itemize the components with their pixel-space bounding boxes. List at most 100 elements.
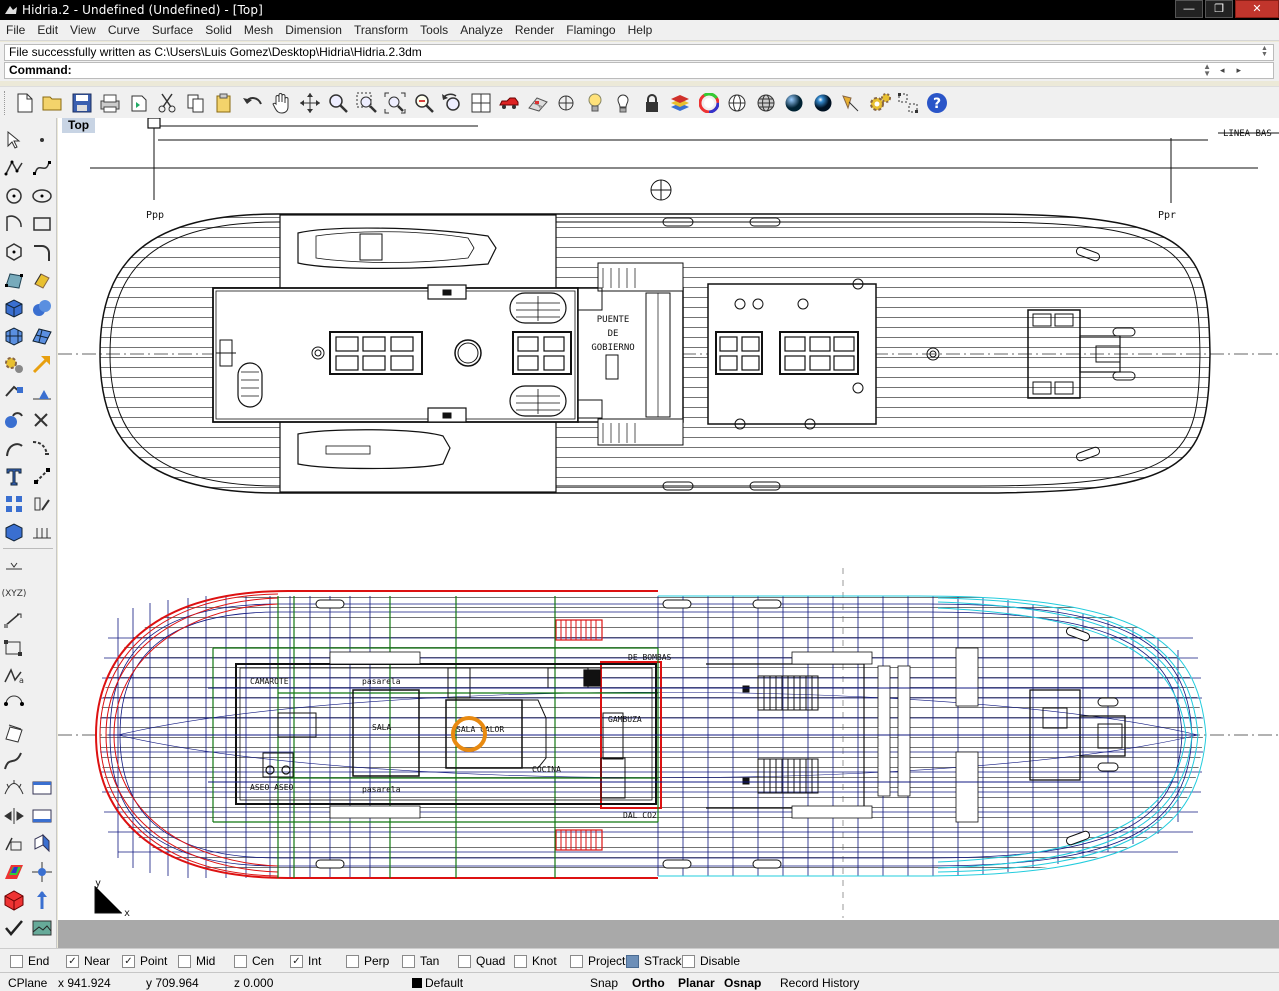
command-spin-icon[interactable]: ▲ ▼ xyxy=(1203,63,1211,78)
toolbar-grip[interactable] xyxy=(4,90,8,115)
checkbox-strack[interactable] xyxy=(626,954,639,968)
wireframe-sphere-icon[interactable] xyxy=(725,90,750,115)
osnap-cen[interactable]: Cen xyxy=(234,954,274,968)
analyze-curvature-icon[interactable] xyxy=(2,776,26,800)
menu-help[interactable]: Help xyxy=(622,23,659,37)
rectangle-icon[interactable] xyxy=(30,212,54,236)
osnap-mid[interactable]: Mid xyxy=(178,954,215,968)
menu-curve[interactable]: Curve xyxy=(102,23,146,37)
close-button[interactable]: ✕ xyxy=(1235,0,1279,18)
mirror-icon[interactable] xyxy=(2,804,26,828)
status-record-history[interactable]: Record History xyxy=(780,976,859,990)
transform-icon[interactable] xyxy=(2,352,26,376)
view-right-icon[interactable] xyxy=(30,832,54,856)
dimension-icon[interactable] xyxy=(2,380,26,404)
save-icon[interactable] xyxy=(69,90,94,115)
ghosted-sphere-icon[interactable] xyxy=(753,90,778,115)
zoom-icon[interactable] xyxy=(326,90,351,115)
viewport-title-tab[interactable]: Top xyxy=(62,118,96,133)
scale-icon[interactable] xyxy=(30,380,54,404)
lamp-icon[interactable] xyxy=(611,90,636,115)
command-line[interactable]: Command: ▲ ▼ ◂▸ xyxy=(4,62,1274,79)
checkbox-project[interactable] xyxy=(570,954,583,968)
checkbox-end[interactable] xyxy=(10,954,23,968)
checkbox-perp[interactable] xyxy=(346,954,359,968)
cplane-3point-icon[interactable] xyxy=(2,636,26,660)
rotate-view-icon[interactable] xyxy=(297,90,322,115)
osnap-knot[interactable]: Knot xyxy=(514,954,557,968)
menu-mesh[interactable]: Mesh xyxy=(238,23,279,37)
cplane-elevation-icon[interactable] xyxy=(2,608,26,632)
new-icon[interactable] xyxy=(12,90,37,115)
explode-icon[interactable] xyxy=(30,464,54,488)
command-history[interactable]: File successfully written as C:\Users\Lu… xyxy=(4,44,1274,61)
minimize-button[interactable]: — xyxy=(1175,0,1203,18)
history-scroll-arrows-icon[interactable]: ▲ ▼ xyxy=(1261,45,1271,58)
menu-render[interactable]: Render xyxy=(509,23,560,37)
status-osnap[interactable]: Osnap xyxy=(724,976,761,990)
analyze-direction-icon[interactable] xyxy=(30,888,54,912)
cut-icon[interactable] xyxy=(155,90,180,115)
point-grid-icon[interactable] xyxy=(896,90,921,115)
mesh-plane-icon[interactable] xyxy=(30,324,54,348)
rendered-sphere-icon[interactable] xyxy=(810,90,835,115)
checkbox-cen[interactable] xyxy=(234,954,247,968)
curve-points-icon[interactable] xyxy=(30,156,54,180)
undo-view-icon[interactable] xyxy=(440,90,465,115)
status-ortho[interactable]: Ortho xyxy=(632,976,665,990)
color-wheel-icon[interactable] xyxy=(696,90,721,115)
project-icon[interactable] xyxy=(2,832,26,856)
osnap-end[interactable]: End xyxy=(10,954,49,968)
menu-surface[interactable]: Surface xyxy=(146,23,199,37)
cplane-view-icon[interactable] xyxy=(2,720,26,744)
status-cplane[interactable]: CPlane xyxy=(8,976,47,990)
shaded-sphere-icon[interactable] xyxy=(782,90,807,115)
polygon-icon[interactable] xyxy=(2,240,26,264)
checkbox-int[interactable]: ✓ xyxy=(290,954,303,968)
color-gradient-icon[interactable] xyxy=(2,860,26,884)
grid-snap-icon[interactable] xyxy=(30,520,54,544)
menu-dimension[interactable]: Dimension xyxy=(279,23,348,37)
menu-transform[interactable]: Transform xyxy=(348,23,414,37)
osnap-point[interactable]: ✓ Point xyxy=(122,954,167,968)
top-viewport[interactable]: Top PUENTE DE GOBIERNO Ppp Ppr LINEA BAS… xyxy=(58,118,1279,920)
menu-flamingo[interactable]: Flamingo xyxy=(560,23,621,37)
select-point-icon[interactable] xyxy=(554,90,579,115)
cplane-object-icon[interactable]: a xyxy=(2,664,26,688)
osnap-tan[interactable]: Tan xyxy=(402,954,439,968)
osnap-near[interactable]: ✓ Near xyxy=(66,954,110,968)
pan-hand-icon[interactable] xyxy=(269,90,294,115)
checkbox-mid[interactable] xyxy=(178,954,191,968)
fillet-curve-icon[interactable] xyxy=(30,240,54,264)
import-icon[interactable] xyxy=(126,90,151,115)
menu-tools[interactable]: Tools xyxy=(414,23,454,37)
move-arrow-icon[interactable] xyxy=(30,352,54,376)
curve-from-object-icon[interactable] xyxy=(2,748,26,772)
osnap-project[interactable]: Project xyxy=(570,954,625,968)
select-filter-icon[interactable] xyxy=(2,554,26,578)
osnap-quad[interactable]: Quad xyxy=(458,954,505,968)
polyline-icon[interactable] xyxy=(2,156,26,180)
array-icon[interactable] xyxy=(2,492,26,516)
lock-icon[interactable] xyxy=(639,90,664,115)
move-object-icon[interactable] xyxy=(30,860,54,884)
surface-corner-icon[interactable] xyxy=(2,268,26,292)
zoom-selected-icon[interactable] xyxy=(411,90,436,115)
maximize-button[interactable]: ❐ xyxy=(1205,0,1233,18)
trim-icon[interactable] xyxy=(2,436,26,460)
menu-analyze[interactable]: Analyze xyxy=(454,23,509,37)
modeled-hull[interactable]: CAMAROTE pasarela pasarela SALA SALA CAL… xyxy=(94,590,1207,879)
checkbox-tan[interactable] xyxy=(402,954,415,968)
status-snap[interactable]: Snap xyxy=(590,976,618,990)
checkbox-quad[interactable] xyxy=(458,954,471,968)
view-front-icon[interactable] xyxy=(30,804,54,828)
copy-icon[interactable] xyxy=(183,90,208,115)
cplane-xyz-icon[interactable]: (XYZ) xyxy=(2,580,26,604)
extrude-surface-icon[interactable] xyxy=(30,268,54,292)
checkbox-disable[interactable] xyxy=(682,954,695,968)
box-solid-icon[interactable] xyxy=(2,296,26,320)
menu-edit[interactable]: Edit xyxy=(31,23,64,37)
point-icon[interactable] xyxy=(30,128,54,152)
render-grid-icon[interactable] xyxy=(525,90,550,115)
solid-box-icon[interactable] xyxy=(2,520,26,544)
